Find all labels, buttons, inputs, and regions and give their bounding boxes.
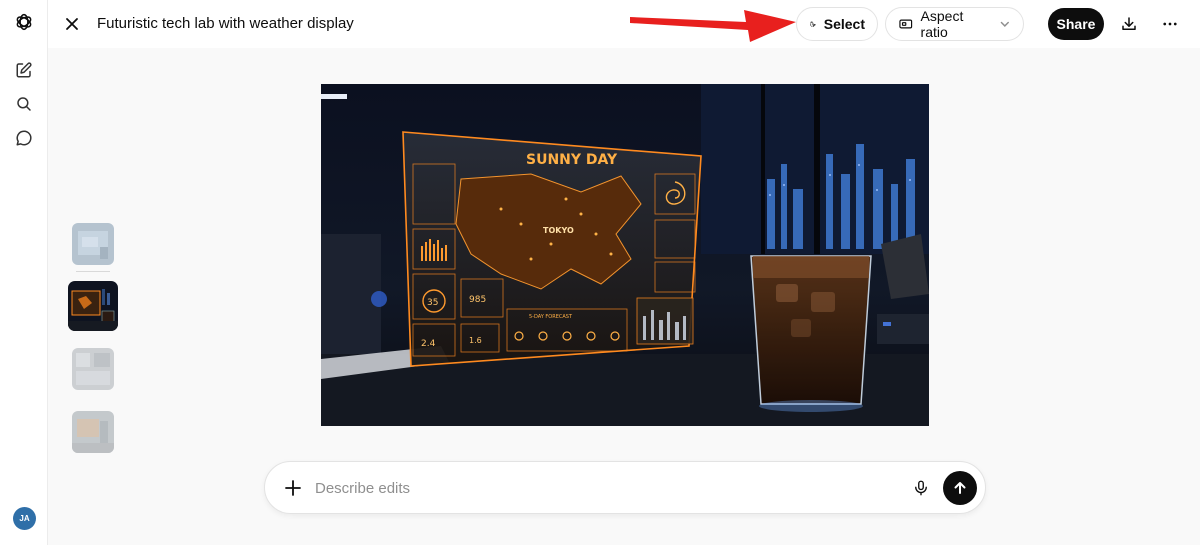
microphone-button[interactable]: [909, 476, 933, 500]
avatar[interactable]: JA: [13, 507, 36, 530]
thumbnail-3[interactable]: [72, 348, 114, 390]
chevron-down-icon: [1001, 21, 1010, 27]
aspect-ratio-button[interactable]: Aspect ratio: [885, 7, 1024, 41]
openai-logo-icon[interactable]: [12, 10, 36, 34]
hud-title: SUNNY DAY: [526, 152, 618, 168]
aspect-ratio-icon: [899, 19, 913, 29]
page-title: Futuristic tech lab with weather display: [97, 15, 354, 32]
edit-composer: [264, 461, 986, 514]
share-button[interactable]: Share: [1048, 8, 1104, 40]
arrow-up-icon: [954, 482, 966, 494]
plus-icon: [285, 480, 301, 496]
hud-rain-value: 2.4: [421, 339, 436, 349]
aspect-ratio-label: Aspect ratio: [920, 8, 964, 40]
add-attachment-button[interactable]: [281, 476, 305, 500]
more-options-button[interactable]: [1158, 12, 1182, 36]
hud-pressure-value: 985: [469, 295, 486, 305]
chat-bubble-icon[interactable]: [12, 126, 36, 150]
download-icon: [1122, 17, 1136, 30]
header-bar: Futuristic tech lab with weather display…: [48, 0, 1200, 48]
select-sparkle-icon: [810, 21, 816, 27]
thumbnail-divider: [76, 271, 110, 272]
select-button[interactable]: Select: [796, 7, 878, 41]
thumbnail-1[interactable]: [72, 223, 114, 265]
search-icon[interactable]: [12, 92, 36, 116]
microphone-icon: [915, 480, 927, 496]
describe-edits-input[interactable]: [315, 473, 895, 503]
hud-small-value: 1.6: [469, 336, 482, 345]
thumbnail-2-selected[interactable]: [68, 281, 118, 331]
thumbnail-4[interactable]: [72, 411, 114, 453]
generated-image: SUNNY DAY TOKYO 35 2.4 985 1.6 5-DAY FOR…: [321, 84, 929, 426]
new-chat-icon[interactable]: [12, 58, 36, 82]
hud-city: TOKYO: [543, 226, 574, 235]
close-icon: [66, 18, 78, 30]
more-icon: [1163, 22, 1177, 26]
download-button[interactable]: [1117, 12, 1141, 36]
hud-forecast-label: 5-DAY FORECAST: [529, 314, 573, 320]
left-rail: JA: [0, 0, 48, 545]
select-label: Select: [823, 16, 865, 32]
close-button[interactable]: [60, 12, 84, 36]
send-button[interactable]: [943, 471, 977, 505]
hud-gauge-value: 35: [427, 298, 438, 308]
